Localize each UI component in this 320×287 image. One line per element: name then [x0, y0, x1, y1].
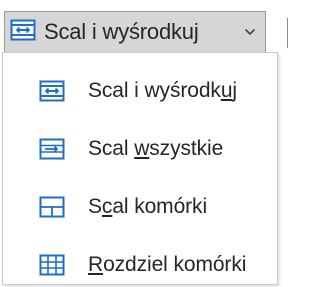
merge-dropdown-arrow[interactable] — [235, 12, 265, 52]
menu-item-label: Rozdziel komórki — [88, 253, 247, 276]
merge-across-icon — [39, 137, 65, 161]
accelerator-key: c — [101, 195, 113, 218]
accelerator-key: R — [88, 253, 104, 276]
adjacent-toolbar-edge — [287, 18, 307, 48]
menu-item-merge-across[interactable]: Scal wszystkie — [3, 127, 277, 171]
merge-main-button[interactable]: Scal i wyśrodkuj — [5, 12, 235, 52]
merge-center-icon — [10, 18, 36, 47]
menu-item-merge-cells[interactable]: Scal komórki — [3, 185, 277, 229]
unmerge-cells-icon — [39, 253, 65, 277]
merge-cells-icon — [39, 195, 65, 219]
menu-item-label: Scal i wyśrodkuj — [88, 79, 237, 102]
merge-center-icon — [39, 79, 65, 103]
menu-item-label: Scal komórki — [88, 195, 208, 218]
chevron-down-icon — [244, 28, 256, 36]
menu-item-merge-center[interactable]: Scal i wyśrodkuj — [3, 69, 277, 113]
menu-item-unmerge-cells[interactable]: Rozdziel komórki — [3, 243, 277, 287]
accelerator-key: u — [220, 79, 233, 102]
merge-dropdown-screenshot: Scal i wyśrodkuj Scal i wyśrodkuj Scal w… — [0, 0, 307, 287]
merge-button-label: Scal i wyśrodkuj — [44, 19, 199, 44]
merge-split-button[interactable]: Scal i wyśrodkuj — [4, 11, 266, 53]
merge-dropdown-menu: Scal i wyśrodkuj Scal wszystkie Scal kom… — [2, 52, 278, 285]
accelerator-key: w — [134, 137, 150, 160]
menu-item-label: Scal wszystkie — [88, 137, 224, 160]
